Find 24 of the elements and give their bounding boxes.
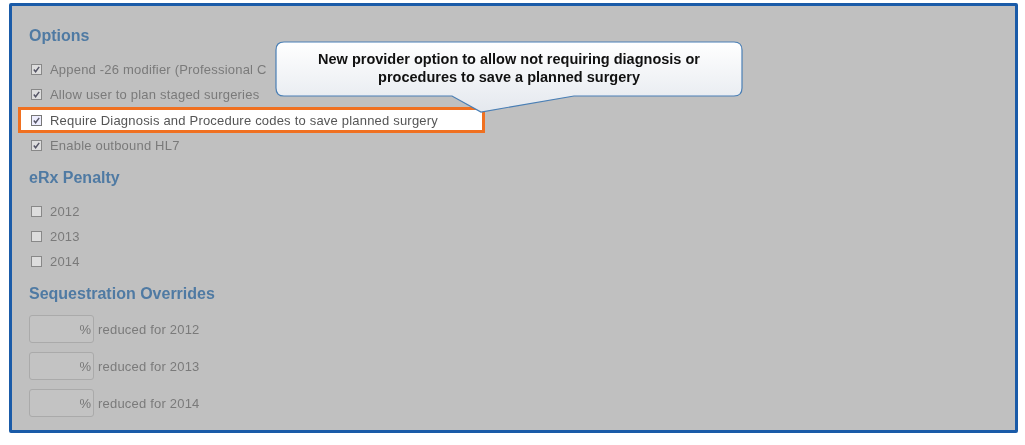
option-label: 2014	[50, 254, 80, 269]
field-label: reduced for 2013	[98, 358, 200, 374]
checkbox[interactable]	[31, 64, 42, 75]
checkbox[interactable]	[31, 114, 42, 126]
option-label: 2012	[50, 204, 80, 219]
option-label: Enable outbound HL7	[50, 138, 180, 153]
field-label: reduced for 2014	[98, 395, 200, 411]
field-label: reduced for 2012	[98, 321, 200, 337]
checkbox[interactable]	[31, 256, 42, 267]
option-label: Append -26 modifier (Professional C	[50, 62, 267, 77]
section-heading: Options	[29, 27, 90, 45]
option-label: Allow user to plan staged surgeries	[50, 87, 260, 102]
checkbox[interactable]	[31, 206, 42, 217]
checkbox[interactable]	[31, 231, 42, 242]
option-label: 2013	[50, 229, 80, 244]
option-label: Require Diagnosis and Procedure codes to save planned surgery	[50, 112, 438, 128]
section-heading: Sequestration Overrides	[29, 285, 215, 303]
checkbox[interactable]	[31, 140, 42, 151]
callout: New provider option to allow not requiring diagnosis or procedures to save a planned surgery	[274, 41, 744, 113]
percent-field[interactable]: %	[29, 315, 94, 343]
checkbox[interactable]	[31, 89, 42, 100]
percent-field[interactable]: %	[29, 389, 94, 417]
percent-field[interactable]: %	[29, 352, 94, 380]
section-heading: eRx Penalty	[29, 169, 120, 187]
